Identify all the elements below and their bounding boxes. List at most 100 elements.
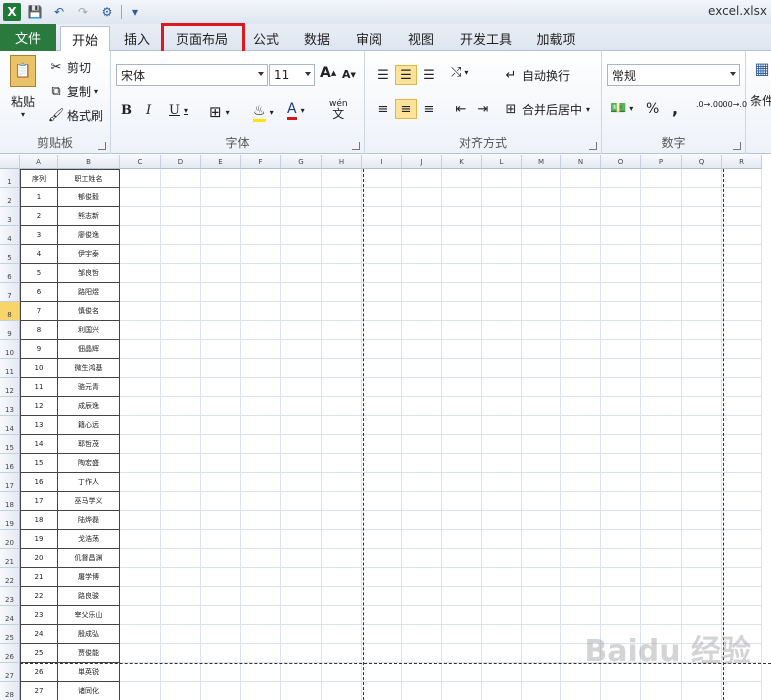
- align-center-button[interactable]: ≡: [395, 99, 417, 119]
- cell-r28[interactable]: [722, 682, 762, 700]
- cell-l15[interactable]: [482, 435, 522, 454]
- cell-r3[interactable]: [722, 207, 762, 226]
- cell-f26[interactable]: [241, 644, 281, 663]
- cell-g24[interactable]: [281, 606, 322, 625]
- cell-o4[interactable]: [601, 226, 641, 245]
- cell-l22[interactable]: [482, 568, 522, 587]
- row-header-8[interactable]: 8: [0, 302, 20, 321]
- cell-d19[interactable]: [161, 511, 201, 530]
- format-painter-button[interactable]: 🖌 格式刷: [48, 107, 103, 124]
- cell-b28[interactable]: 诸同化: [58, 682, 120, 700]
- tab-addins[interactable]: 加载项: [528, 26, 584, 51]
- cell-h15[interactable]: [322, 435, 362, 454]
- cell-f14[interactable]: [241, 416, 281, 435]
- cell-m7[interactable]: [522, 283, 561, 302]
- column-header-e[interactable]: E: [201, 155, 241, 169]
- cell-j24[interactable]: [402, 606, 442, 625]
- cell-i12[interactable]: [362, 378, 402, 397]
- cell-m5[interactable]: [522, 245, 561, 264]
- cell-m6[interactable]: [522, 264, 561, 283]
- cell-l11[interactable]: [482, 359, 522, 378]
- cell-j12[interactable]: [402, 378, 442, 397]
- borders-button[interactable]: ⊞ ▾: [209, 103, 230, 121]
- cell-f25[interactable]: [241, 625, 281, 644]
- cell-m21[interactable]: [522, 549, 561, 568]
- cell-b9[interactable]: 利国兴: [58, 321, 120, 340]
- cell-f11[interactable]: [241, 359, 281, 378]
- cell-k9[interactable]: [442, 321, 482, 340]
- cell-h3[interactable]: [322, 207, 362, 226]
- cell-b5[interactable]: 伊宇泰: [58, 245, 120, 264]
- cell-k28[interactable]: [442, 682, 482, 700]
- cell-o3[interactable]: [601, 207, 641, 226]
- cell-o28[interactable]: [601, 682, 641, 700]
- cell-d15[interactable]: [161, 435, 201, 454]
- cell-k15[interactable]: [442, 435, 482, 454]
- cell-l7[interactable]: [482, 283, 522, 302]
- cell-j9[interactable]: [402, 321, 442, 340]
- cell-p19[interactable]: [641, 511, 682, 530]
- cell-i24[interactable]: [362, 606, 402, 625]
- cell-a14[interactable]: 13: [20, 416, 58, 435]
- cell-k4[interactable]: [442, 226, 482, 245]
- cell-i6[interactable]: [362, 264, 402, 283]
- cell-k16[interactable]: [442, 454, 482, 473]
- cell-i13[interactable]: [362, 397, 402, 416]
- cell-o1[interactable]: [601, 169, 641, 188]
- row-header-11[interactable]: 11: [0, 359, 20, 378]
- cell-k23[interactable]: [442, 587, 482, 606]
- cell-m12[interactable]: [522, 378, 561, 397]
- cell-i19[interactable]: [362, 511, 402, 530]
- cell-g21[interactable]: [281, 549, 322, 568]
- cell-k24[interactable]: [442, 606, 482, 625]
- cell-f1[interactable]: [241, 169, 281, 188]
- cell-k6[interactable]: [442, 264, 482, 283]
- cell-j20[interactable]: [402, 530, 442, 549]
- cell-i2[interactable]: [362, 188, 402, 207]
- cell-g28[interactable]: [281, 682, 322, 700]
- cell-e18[interactable]: [201, 492, 241, 511]
- cell-r4[interactable]: [722, 226, 762, 245]
- cell-a10[interactable]: 9: [20, 340, 58, 359]
- font-name-combo[interactable]: 宋体: [116, 64, 268, 86]
- cell-p20[interactable]: [641, 530, 682, 549]
- cell-o22[interactable]: [601, 568, 641, 587]
- cell-c18[interactable]: [120, 492, 161, 511]
- worksheet[interactable]: A B C D E F G H I J K L M N O P Q R 1 序列 职工姓名 2 1 郁俊毅 3 2 熊志新 4 3 廖俊逸…: [0, 155, 771, 700]
- cell-h26[interactable]: [322, 644, 362, 663]
- row-header-6[interactable]: 6: [0, 264, 20, 283]
- decrease-decimal-button[interactable]: .00→.0: [720, 101, 747, 109]
- cell-n23[interactable]: [561, 587, 601, 606]
- cell-q2[interactable]: [682, 188, 722, 207]
- cell-e27[interactable]: [201, 663, 241, 682]
- cell-c27[interactable]: [120, 663, 161, 682]
- cell-h24[interactable]: [322, 606, 362, 625]
- cell-q8[interactable]: [682, 302, 722, 321]
- underline-button[interactable]: U ▾: [169, 103, 188, 118]
- cell-c2[interactable]: [120, 188, 161, 207]
- row-header-23[interactable]: 23: [0, 587, 20, 606]
- cell-b4[interactable]: 廖俊逸: [58, 226, 120, 245]
- cell-j14[interactable]: [402, 416, 442, 435]
- cell-a22[interactable]: 21: [20, 568, 58, 587]
- cell-d2[interactable]: [161, 188, 201, 207]
- cell-m26[interactable]: [522, 644, 561, 663]
- cell-p9[interactable]: [641, 321, 682, 340]
- row-header-2[interactable]: 2: [0, 188, 20, 207]
- cell-p8[interactable]: [641, 302, 682, 321]
- cell-q24[interactable]: [682, 606, 722, 625]
- cell-b2[interactable]: 郁俊毅: [58, 188, 120, 207]
- cell-l18[interactable]: [482, 492, 522, 511]
- cell-m15[interactable]: [522, 435, 561, 454]
- cell-g12[interactable]: [281, 378, 322, 397]
- cell-d28[interactable]: [161, 682, 201, 700]
- cell-h28[interactable]: [322, 682, 362, 700]
- column-header-o[interactable]: O: [601, 155, 641, 169]
- cell-i9[interactable]: [362, 321, 402, 340]
- cell-g27[interactable]: [281, 663, 322, 682]
- cell-m11[interactable]: [522, 359, 561, 378]
- cell-r14[interactable]: [722, 416, 762, 435]
- cell-q21[interactable]: [682, 549, 722, 568]
- cell-b8[interactable]: 慎俊名: [58, 302, 120, 321]
- cell-e20[interactable]: [201, 530, 241, 549]
